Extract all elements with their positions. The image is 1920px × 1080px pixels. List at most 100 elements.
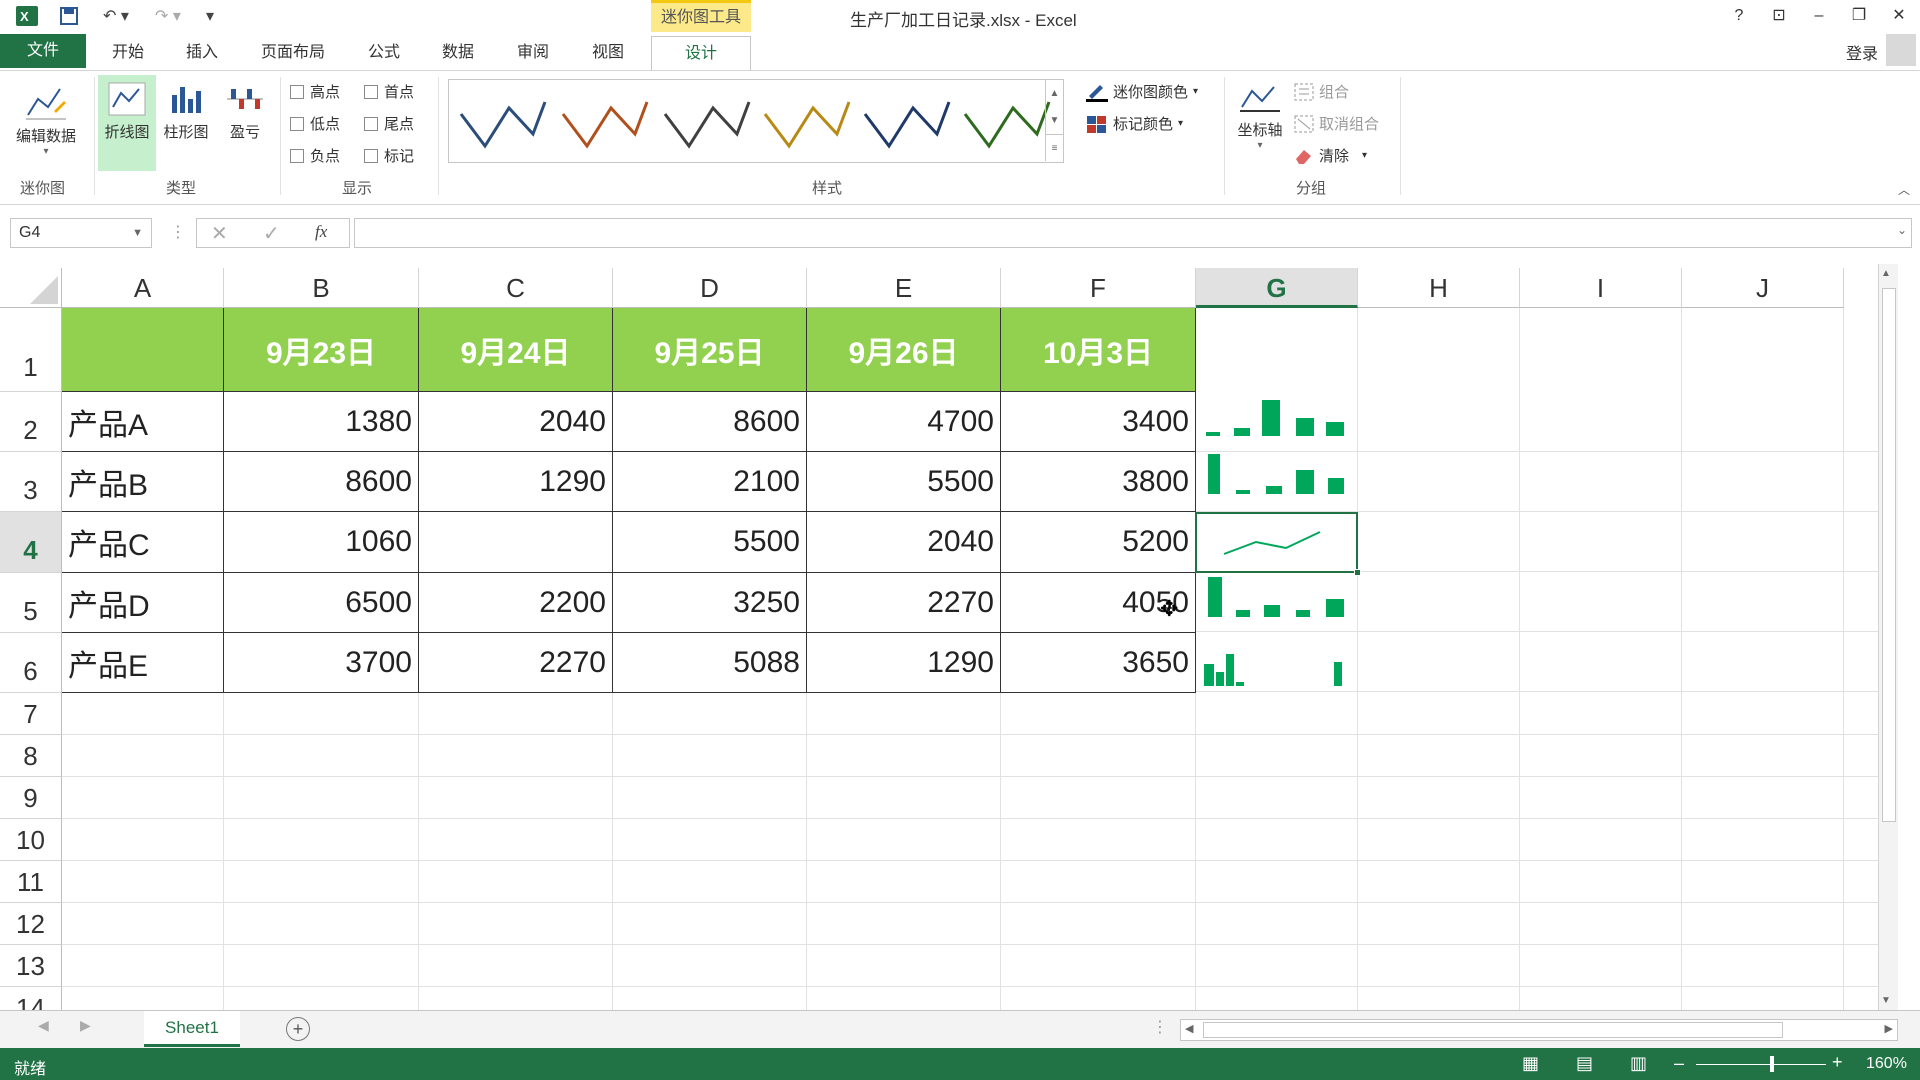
- login-link[interactable]: 登录: [1846, 40, 1878, 64]
- undo-icon[interactable]: ↶ ▾: [96, 4, 136, 28]
- redo-icon[interactable]: ↷ ▾: [148, 4, 188, 28]
- customize-qat-icon[interactable]: ▾: [200, 4, 220, 28]
- last-point-checkbox[interactable]: 尾点: [364, 113, 414, 134]
- minimize-button[interactable]: –: [1804, 4, 1834, 28]
- tab-file[interactable]: 文件: [0, 34, 86, 68]
- style-option-3[interactable]: [659, 84, 755, 158]
- row-header-6[interactable]: 6: [0, 633, 62, 693]
- zoom-level[interactable]: 160%: [1866, 1055, 1907, 1073]
- marker-color-dropdown[interactable]: 标记颜色 ▾: [1086, 113, 1183, 134]
- formula-input[interactable]: ⌄: [354, 218, 1912, 248]
- cell-D4[interactable]: 5500: [613, 512, 807, 573]
- style-option-2[interactable]: [557, 84, 653, 158]
- ribbon-display-options-icon[interactable]: ⊡: [1764, 4, 1794, 28]
- avatar[interactable]: [1886, 34, 1916, 66]
- group-button[interactable]: 组合: [1294, 81, 1349, 102]
- cell-D2[interactable]: 8600: [613, 392, 807, 452]
- zoom-slider-thumb[interactable]: [1770, 1056, 1774, 1072]
- gallery-scroll-up-icon[interactable]: ▲: [1045, 80, 1063, 107]
- gallery-more-icon[interactable]: ≡: [1045, 134, 1063, 161]
- cell-F4[interactable]: 5200: [1001, 512, 1196, 573]
- enter-formula-icon[interactable]: ✓: [263, 221, 280, 246]
- cell-C6[interactable]: 2270: [419, 633, 613, 693]
- tab-formulas[interactable]: 公式: [356, 36, 412, 70]
- tab-review[interactable]: 审阅: [505, 36, 561, 70]
- cell-D1[interactable]: 9月25日: [613, 308, 807, 392]
- style-option-6[interactable]: [959, 84, 1055, 158]
- column-header-F[interactable]: F: [1001, 268, 1196, 308]
- cell-C3[interactable]: 1290: [419, 452, 613, 512]
- next-sheet-icon[interactable]: ▶: [80, 1017, 91, 1034]
- save-icon[interactable]: [55, 4, 83, 28]
- tab-home[interactable]: 开始: [100, 36, 156, 70]
- cell-F6[interactable]: 3650: [1001, 633, 1196, 693]
- cell-C4[interactable]: [419, 512, 613, 573]
- column-header-I[interactable]: I: [1520, 268, 1682, 308]
- active-cell-G4[interactable]: [1195, 512, 1358, 573]
- cell-C1[interactable]: 9月24日: [419, 308, 613, 392]
- cell-A3[interactable]: 产品B: [62, 452, 224, 512]
- cell-C2[interactable]: 2040: [419, 392, 613, 452]
- column-header-D[interactable]: D: [613, 268, 807, 308]
- gallery-scroll-down-icon[interactable]: ▼: [1045, 107, 1063, 134]
- cell-B6[interactable]: 3700: [224, 633, 419, 693]
- cell-E3[interactable]: 5500: [807, 452, 1001, 512]
- new-sheet-button[interactable]: +: [286, 1017, 310, 1041]
- cell-B2[interactable]: 1380: [224, 392, 419, 452]
- style-option-4[interactable]: [759, 84, 855, 158]
- cell-B3[interactable]: 8600: [224, 452, 419, 512]
- sparkline-color-dropdown[interactable]: 迷你图颜色 ▾: [1086, 81, 1198, 102]
- clear-dropdown[interactable]: 清除 ▾: [1294, 145, 1367, 166]
- page-break-view-icon[interactable]: ▥: [1630, 1053, 1647, 1074]
- restore-button[interactable]: ❐: [1844, 4, 1874, 28]
- high-point-checkbox[interactable]: 高点: [290, 81, 340, 102]
- cell-E4[interactable]: 2040: [807, 512, 1001, 573]
- tab-data[interactable]: 数据: [430, 36, 486, 70]
- tab-insert[interactable]: 插入: [174, 36, 230, 70]
- row-header-5[interactable]: 5: [0, 573, 62, 633]
- page-layout-view-icon[interactable]: ▤: [1576, 1053, 1593, 1074]
- row-header-2[interactable]: 2: [0, 392, 62, 452]
- previous-sheet-icon[interactable]: ◀: [38, 1017, 49, 1034]
- name-box[interactable]: G4 ▼: [10, 218, 152, 248]
- horizontal-scroll-thumb[interactable]: [1203, 1022, 1783, 1038]
- negative-point-checkbox[interactable]: 负点: [290, 145, 340, 166]
- cell-E1[interactable]: 9月26日: [807, 308, 1001, 392]
- edit-data-button[interactable]: 编辑数据 ▾: [8, 81, 84, 171]
- scroll-left-icon[interactable]: ◀: [1185, 1022, 1193, 1035]
- row-header-12[interactable]: 12: [0, 903, 62, 945]
- axis-button[interactable]: 坐标轴 ▾: [1230, 81, 1290, 171]
- row-header-1[interactable]: 1: [0, 308, 62, 392]
- column-header-J[interactable]: J: [1682, 268, 1844, 308]
- row-header-7[interactable]: 7: [0, 693, 62, 735]
- row-header-4[interactable]: 4: [0, 512, 62, 573]
- help-button[interactable]: ?: [1724, 4, 1754, 28]
- zoom-in-icon[interactable]: +: [1832, 1052, 1843, 1073]
- sheet-tab-sheet1[interactable]: Sheet1: [144, 1011, 240, 1047]
- sparkline-G3[interactable]: [1208, 454, 1344, 494]
- fill-handle[interactable]: [1354, 569, 1361, 576]
- cell-F2[interactable]: 3400: [1001, 392, 1196, 452]
- cell-E2[interactable]: 4700: [807, 392, 1001, 452]
- cell-A4[interactable]: 产品C: [62, 512, 224, 573]
- column-header-B[interactable]: B: [224, 268, 419, 308]
- tab-view[interactable]: 视图: [580, 36, 636, 70]
- cell-E6[interactable]: 1290: [807, 633, 1001, 693]
- line-type-button[interactable]: 折线图: [98, 75, 156, 171]
- sparkline-G5[interactable]: [1208, 577, 1344, 617]
- scroll-down-icon[interactable]: ▼: [1881, 995, 1891, 1006]
- close-button[interactable]: ✕: [1884, 4, 1914, 28]
- cell-D5[interactable]: 3250: [613, 573, 807, 633]
- tab-page-layout[interactable]: 页面布局: [250, 36, 336, 70]
- cell-B1[interactable]: 9月23日: [224, 308, 419, 392]
- cell-B5[interactable]: 6500: [224, 573, 419, 633]
- row-header-9[interactable]: 9: [0, 777, 62, 819]
- scroll-right-icon[interactable]: ▶: [1885, 1022, 1893, 1035]
- cell-F1[interactable]: 10月3日: [1001, 308, 1196, 392]
- cell-A6[interactable]: 产品E: [62, 633, 224, 693]
- sparkline-G2[interactable]: [1206, 400, 1344, 436]
- cell-A2[interactable]: 产品A: [62, 392, 224, 452]
- sparkline-G6[interactable]: [1204, 654, 1342, 686]
- vertical-scrollbar[interactable]: ▲ ▼: [1878, 264, 1898, 1010]
- row-header-3[interactable]: 3: [0, 452, 62, 512]
